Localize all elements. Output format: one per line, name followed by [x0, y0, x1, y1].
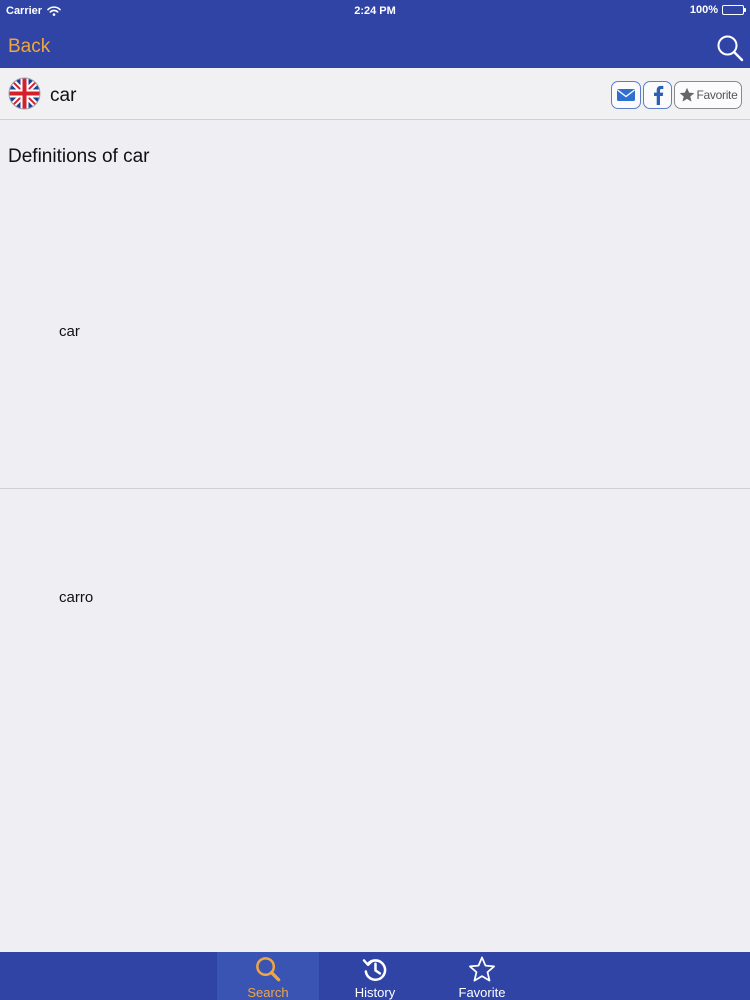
- word-header: car Favorite: [0, 68, 750, 120]
- battery-indicator: 100%: [689, 4, 746, 16]
- tab-history-label: History: [354, 985, 396, 1000]
- top-bar: Carrier 2:24 PM 100% Back: [0, 0, 750, 68]
- facebook-icon: [653, 85, 663, 105]
- mail-icon: [617, 89, 635, 101]
- favorite-label: Favorite: [696, 88, 738, 102]
- tab-favorite-label: Favorite: [458, 985, 506, 1000]
- search-nav-button[interactable]: [716, 34, 744, 62]
- definition-entry: car: [59, 323, 80, 340]
- search-icon: [717, 35, 744, 62]
- tab-search[interactable]: Search: [217, 952, 319, 1000]
- search-icon: [256, 957, 281, 982]
- history-icon: [362, 959, 387, 981]
- section-divider: [0, 488, 750, 489]
- tab-bar: Search History Favorite: [0, 952, 750, 1000]
- definitions-heading: Definitions of car: [8, 146, 150, 167]
- uk-flag-icon: [8, 77, 41, 110]
- status-time: 2:24 PM: [354, 5, 396, 17]
- navigation-bar: Back: [0, 22, 750, 68]
- tab-favorite[interactable]: Favorite: [431, 952, 533, 1000]
- star-icon: [469, 956, 495, 982]
- star-icon: [679, 87, 694, 102]
- tab-search-label: Search: [247, 985, 289, 1000]
- definition-entry: carro: [59, 589, 94, 606]
- battery-percent: 100%: [689, 4, 718, 16]
- back-button[interactable]: Back: [8, 36, 50, 58]
- tab-history[interactable]: History: [324, 952, 426, 1000]
- favorite-button[interactable]: Favorite: [674, 81, 742, 109]
- facebook-share-button[interactable]: [643, 81, 672, 109]
- email-share-button[interactable]: [611, 81, 641, 109]
- battery-icon: [722, 5, 746, 15]
- word-title: car: [50, 85, 77, 106]
- status-bar: Carrier 2:24 PM 100%: [0, 0, 750, 22]
